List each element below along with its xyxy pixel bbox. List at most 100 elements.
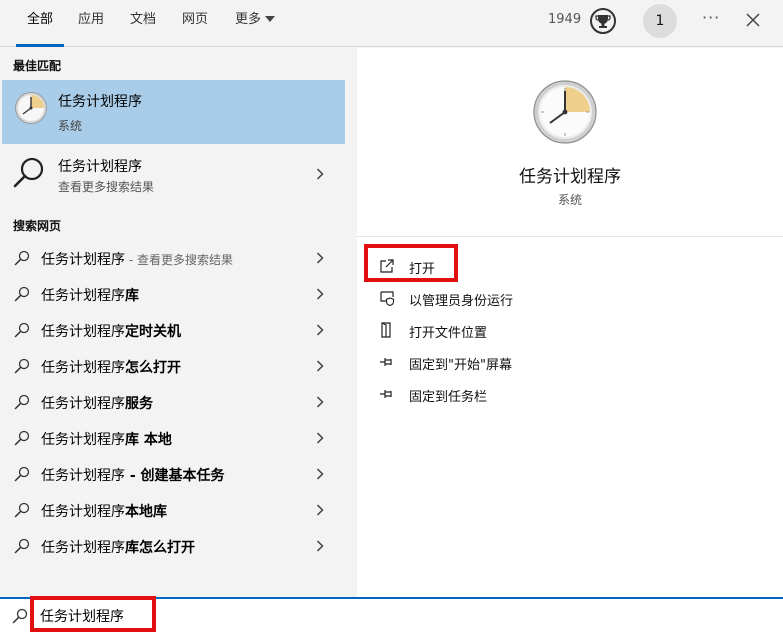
chevron-right-icon bbox=[316, 360, 324, 372]
search-icon bbox=[14, 502, 30, 518]
query-prefix: 任务计划程序 bbox=[41, 252, 125, 268]
clock-app-icon bbox=[15, 92, 47, 124]
web-search-item[interactable]: 任务计划程序库怎么打开 bbox=[2, 528, 345, 564]
search-bar bbox=[0, 596, 783, 632]
search-icon bbox=[12, 608, 28, 624]
rewards-points: 1949 bbox=[548, 12, 582, 27]
tab-web-label: 网页 bbox=[182, 12, 209, 27]
search-icon bbox=[14, 394, 30, 410]
detail-subtitle: 系统 bbox=[557, 193, 582, 207]
web-search-heading: 搜索网页 bbox=[13, 219, 62, 233]
more-results-subtitle: 查看更多搜索结果 bbox=[58, 180, 155, 194]
chevron-down-icon bbox=[265, 16, 276, 22]
tab-more-label: 更多 bbox=[235, 12, 262, 27]
more-results-title: 任务计划程序 bbox=[58, 159, 142, 175]
avatar[interactable]: 1 bbox=[643, 4, 677, 38]
chevron-right-icon bbox=[316, 504, 324, 516]
tab-all[interactable]: 全部 bbox=[15, 0, 65, 47]
search-icon bbox=[14, 538, 30, 554]
query-prefix: 任务计划程序 bbox=[41, 468, 125, 484]
query-prefix: 任务计划程序 bbox=[41, 360, 125, 376]
more-results-item[interactable]: 任务计划程序 查看更多搜索结果 bbox=[2, 145, 345, 205]
annotation-highlight-box bbox=[364, 244, 458, 282]
detail-pane: 任务计划程序 系统 打开 以管理员身份运行 打开文件位置 固定到"开始"屏幕 固… bbox=[357, 48, 783, 598]
tab-apps-label: 应用 bbox=[78, 12, 105, 27]
search-icon bbox=[14, 250, 30, 266]
pin-to-start-label: 固定到"开始"屏幕 bbox=[409, 358, 512, 373]
detail-title: 任务计划程序 bbox=[519, 167, 621, 187]
web-search-item-label: 任务计划程序本地库 bbox=[41, 501, 167, 521]
chevron-right-icon bbox=[316, 324, 324, 336]
web-search-item-label: 任务计划程序定时关机 bbox=[41, 321, 181, 341]
query-suffix: 库怎么打开 bbox=[125, 540, 195, 556]
web-search-item-label: 任务计划程序库怎么打开 bbox=[41, 537, 195, 557]
query-prefix: 任务计划程序 bbox=[41, 540, 125, 556]
chevron-right-icon bbox=[316, 468, 324, 480]
query-prefix: 任务计划程序 bbox=[41, 504, 125, 520]
pin-icon bbox=[380, 358, 392, 366]
tab-documents[interactable]: 文档 bbox=[130, 0, 156, 47]
chevron-right-icon bbox=[316, 396, 324, 408]
web-search-item[interactable]: 任务计划程序 - 查看更多搜索结果 bbox=[2, 240, 345, 276]
web-search-item[interactable]: 任务计划程序定时关机 bbox=[2, 312, 345, 348]
query-prefix: 任务计划程序 bbox=[41, 288, 125, 304]
search-icon bbox=[14, 430, 30, 446]
chevron-right-icon bbox=[316, 288, 324, 300]
web-search-item-label: 任务计划程序 - 查看更多搜索结果 bbox=[41, 249, 233, 269]
filter-tab-bar: 全部 应用 文档 网页 更多 1949 1 ··· bbox=[0, 0, 783, 47]
more-options-icon[interactable]: ··· bbox=[702, 8, 720, 27]
query-prefix: 任务计划程序 bbox=[41, 396, 125, 412]
search-icon bbox=[14, 286, 30, 302]
web-search-item[interactable]: 任务计划程序库 bbox=[2, 276, 345, 312]
shield-icon bbox=[380, 291, 395, 306]
web-search-item-label: 任务计划程序怎么打开 bbox=[41, 357, 181, 377]
open-file-location-label: 打开文件位置 bbox=[409, 326, 488, 341]
query-suffix: 库 本地 bbox=[125, 432, 172, 448]
search-icon bbox=[13, 157, 44, 188]
clock-app-icon bbox=[533, 80, 597, 144]
file-location-icon bbox=[381, 322, 391, 338]
tab-web[interactable]: 网页 bbox=[182, 0, 208, 47]
query-suffix: 本地库 bbox=[125, 504, 167, 520]
web-search-item[interactable]: 任务计划程序怎么打开 bbox=[2, 348, 345, 384]
search-icon bbox=[14, 322, 30, 338]
web-search-item-label: 任务计划程序库 本地 bbox=[41, 429, 172, 449]
results-list: 最佳匹配 任务计划程序 系统 任务计划程序 查看更多搜索结果 搜索网页 任务计划… bbox=[0, 48, 357, 598]
web-search-item-label: 任务计划程序 - 创建基本任务 bbox=[41, 465, 225, 485]
close-icon[interactable] bbox=[743, 10, 763, 30]
chevron-right-icon bbox=[316, 252, 324, 264]
trophy-icon[interactable] bbox=[588, 6, 618, 36]
query-prefix: 任务计划程序 bbox=[41, 324, 125, 340]
query-suffix: 定时关机 bbox=[125, 324, 181, 340]
web-search-item[interactable]: 任务计划程序本地库 bbox=[2, 492, 345, 528]
best-match-title: 任务计划程序 bbox=[58, 94, 142, 110]
chevron-right-icon bbox=[316, 168, 324, 180]
pin-icon bbox=[380, 390, 392, 398]
annotation-highlight-box bbox=[30, 596, 156, 632]
query-suffix: 服务 bbox=[125, 396, 153, 412]
web-search-item[interactable]: 任务计划程序服务 bbox=[2, 384, 345, 420]
tab-apps[interactable]: 应用 bbox=[78, 0, 104, 47]
query-suffix: - 创建基本任务 bbox=[125, 468, 225, 484]
best-match-heading: 最佳匹配 bbox=[13, 59, 62, 73]
web-search-item[interactable]: 任务计划程序 - 创建基本任务 bbox=[2, 456, 345, 492]
chevron-right-icon bbox=[316, 432, 324, 444]
run-as-admin-label: 以管理员身份运行 bbox=[409, 294, 514, 309]
query-prefix: 任务计划程序 bbox=[41, 432, 125, 448]
query-hint: - 查看更多搜索结果 bbox=[125, 253, 233, 267]
web-search-item-label: 任务计划程序服务 bbox=[41, 393, 153, 413]
best-match-item[interactable]: 任务计划程序 系统 bbox=[2, 80, 345, 144]
search-icon bbox=[14, 466, 30, 482]
search-icon bbox=[14, 358, 30, 374]
web-search-item[interactable]: 任务计划程序库 本地 bbox=[2, 420, 345, 456]
chevron-right-icon bbox=[316, 540, 324, 552]
query-suffix: 库 bbox=[125, 288, 139, 304]
pin-to-taskbar-label: 固定到任务栏 bbox=[409, 390, 488, 405]
divider bbox=[357, 236, 783, 237]
web-search-item-label: 任务计划程序库 bbox=[41, 285, 139, 305]
tab-all-label: 全部 bbox=[27, 12, 54, 27]
query-suffix: 怎么打开 bbox=[125, 360, 181, 376]
tab-documents-label: 文档 bbox=[130, 12, 157, 27]
best-match-subtitle: 系统 bbox=[58, 119, 83, 133]
tab-more[interactable]: 更多 bbox=[235, 0, 276, 47]
